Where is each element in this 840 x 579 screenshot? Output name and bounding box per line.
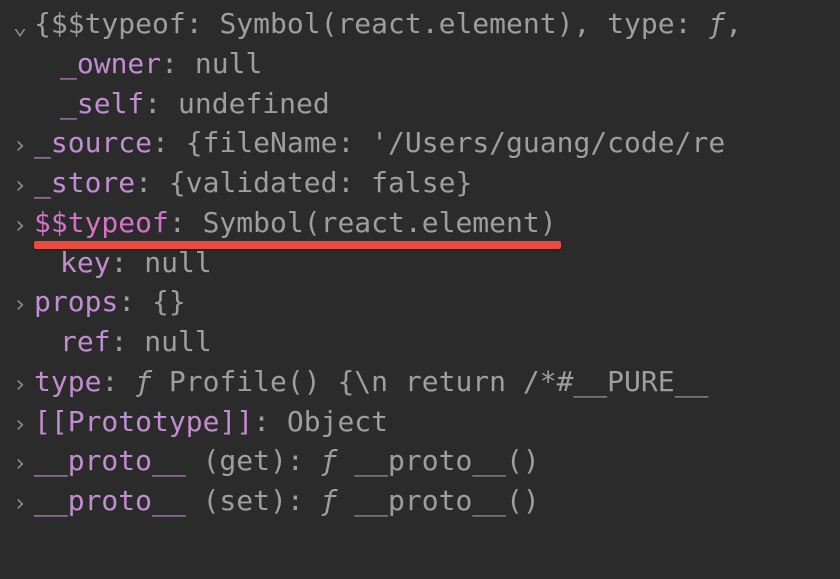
prop-key: _source <box>34 126 152 159</box>
prop-value: null <box>195 47 262 80</box>
chevron-down-icon: ⌄ <box>6 9 34 43</box>
prop-self-row: _self: undefined <box>6 84 840 124</box>
chevron-right-icon: › <box>6 486 34 520</box>
chevron-right-icon: › <box>6 287 34 321</box>
chevron-right-icon: › <box>6 168 34 202</box>
prop-value: undefined <box>178 87 330 120</box>
chevron-right-icon: › <box>6 446 34 480</box>
prop-key: key <box>60 246 111 279</box>
object-summary-row[interactable]: ⌄ {$$typeof: Symbol(react.element), type… <box>6 4 840 44</box>
prop-store-row[interactable]: › _store: {validated: false} <box>6 163 840 203</box>
prop-owner-row: _owner: null <box>6 44 840 84</box>
prop-key: type <box>34 365 101 398</box>
prop-value: __proto__() <box>354 484 539 517</box>
prop-proto-get-row[interactable]: › __proto__ (get): ƒ __proto__() <box>6 441 840 481</box>
prop-value: '/Users/guang/code/re <box>371 126 725 159</box>
prop-type-row[interactable]: › type: ƒ Profile() {\n return /*#__PURE… <box>6 362 840 402</box>
prop-key: $$typeof <box>34 206 169 239</box>
prop-typeof-row[interactable]: › $$typeof: Symbol(react.element) <box>6 203 840 243</box>
prop-value: null <box>144 325 211 358</box>
prop-value: {} <box>152 285 186 318</box>
prop-key: __proto__ <box>34 484 186 517</box>
prop-ref-row: ref: null <box>6 322 840 362</box>
prop-value: Symbol(react.element) <box>203 206 557 239</box>
prop-source-row[interactable]: › _source: {fileName: '/Users/guang/code… <box>6 123 840 163</box>
chevron-right-icon: › <box>6 208 34 242</box>
chevron-right-icon: › <box>6 407 34 441</box>
prop-key: [[Prototype]] <box>34 405 253 438</box>
chevron-right-icon: › <box>6 367 34 401</box>
prop-key: ref <box>60 325 111 358</box>
prop-value: Object <box>287 405 388 438</box>
prop-key: _self <box>60 87 144 120</box>
chevron-right-icon: › <box>6 128 34 162</box>
prop-key: _store <box>34 166 135 199</box>
prop-value: null <box>144 246 211 279</box>
prop-value: __proto__() <box>354 444 539 477</box>
prop-prototype-row[interactable]: › [[Prototype]]: Object <box>6 402 840 442</box>
red-underline-annotation <box>34 241 561 249</box>
prop-props-row[interactable]: › props: {} <box>6 282 840 322</box>
prop-key: _owner <box>60 47 161 80</box>
prop-proto-set-row[interactable]: › __proto__ (set): ƒ __proto__() <box>6 481 840 521</box>
prop-value: Profile() {\n return /*#__PURE__ <box>169 365 708 398</box>
highlighted-segment: $$typeof: Symbol(react.element) <box>34 203 557 243</box>
prop-key: props <box>34 285 118 318</box>
object-summary: {$$typeof: Symbol(react.element), type: … <box>34 4 742 44</box>
prop-key: __proto__ <box>34 444 186 477</box>
